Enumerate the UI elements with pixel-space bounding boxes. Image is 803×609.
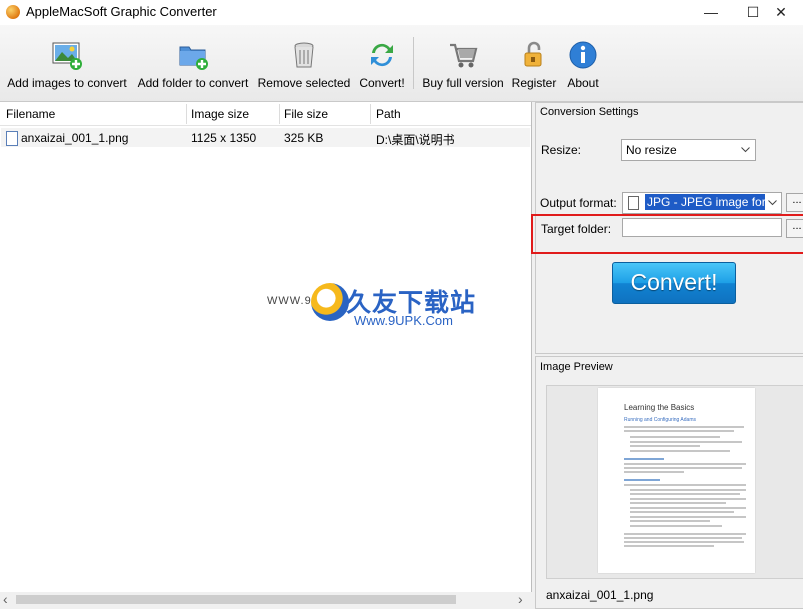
column-header-file-size[interactable]: File size bbox=[284, 107, 328, 121]
add-folder-label: Add folder to convert bbox=[137, 76, 249, 90]
column-divider[interactable] bbox=[370, 104, 371, 124]
output-format-label: Output format: bbox=[540, 196, 617, 210]
watermark-logo-icon bbox=[311, 283, 349, 321]
window-title: AppleMacSoft Graphic Converter bbox=[26, 4, 217, 19]
file-list[interactable] bbox=[0, 102, 532, 592]
remove-selected-button[interactable]: Remove selected bbox=[256, 25, 352, 101]
about-button[interactable]: About bbox=[562, 25, 604, 101]
convert-button[interactable]: Convert! bbox=[612, 262, 736, 304]
preview-filename: anxaizai_001_1.png bbox=[546, 588, 654, 602]
add-folder-button[interactable]: Add folder to convert bbox=[134, 25, 252, 101]
cell-path: D:\桌面\说明书 bbox=[376, 133, 455, 147]
document-icon bbox=[628, 196, 639, 210]
scrollbar-thumb[interactable] bbox=[16, 595, 456, 604]
minimize-button[interactable]: — bbox=[688, 0, 734, 25]
target-folder-input[interactable] bbox=[622, 218, 782, 237]
convert-arrows-icon bbox=[371, 43, 393, 67]
convert-toolbar-button[interactable]: Convert! bbox=[356, 25, 408, 101]
app-logo-icon bbox=[6, 5, 20, 19]
resize-select[interactable]: No resize bbox=[621, 139, 756, 161]
scroll-right-arrow[interactable]: › bbox=[518, 591, 523, 607]
cell-filename: anxaizai_001_1.png bbox=[21, 131, 129, 145]
toolbar-separator bbox=[413, 37, 414, 89]
close-button[interactable]: ✕ bbox=[758, 0, 803, 25]
column-divider[interactable] bbox=[279, 104, 280, 124]
column-header-path[interactable]: Path bbox=[376, 107, 401, 121]
trash-icon bbox=[294, 42, 314, 68]
remove-selected-label: Remove selected bbox=[257, 76, 351, 90]
about-label: About bbox=[567, 76, 599, 90]
output-format-options-button[interactable]: ... bbox=[786, 193, 803, 212]
add-folder-icon bbox=[179, 46, 208, 70]
file-icon bbox=[6, 131, 18, 146]
shopping-cart-icon bbox=[450, 43, 478, 68]
output-format-select[interactable]: JPG - JPEG image forma bbox=[622, 192, 782, 214]
output-format-value: JPG - JPEG image forma bbox=[645, 194, 765, 210]
preview-doc-subtitle: Running and Configuring Adams bbox=[624, 417, 696, 423]
buy-full-version-button[interactable]: Buy full version bbox=[420, 25, 506, 101]
column-header-filename[interactable]: Filename bbox=[6, 107, 55, 121]
toolbar: Add images to convert Add folder to conv… bbox=[0, 25, 803, 102]
conversion-settings-title: Conversion Settings bbox=[540, 106, 639, 118]
padlock-icon bbox=[524, 41, 542, 67]
convert-toolbar-label: Convert! bbox=[359, 76, 405, 90]
browse-folder-button[interactable]: ... bbox=[786, 219, 803, 238]
register-button[interactable]: Register bbox=[510, 25, 558, 101]
target-folder-label: Target folder: bbox=[541, 222, 612, 236]
scroll-left-arrow[interactable]: ‹ bbox=[3, 591, 8, 607]
image-preview-title: Image Preview bbox=[540, 361, 613, 373]
column-header-image-size[interactable]: Image size bbox=[191, 107, 249, 121]
preview-document-page: Learning the Basics Running and Configur… bbox=[598, 388, 755, 573]
resize-select-value: No resize bbox=[626, 143, 677, 157]
add-images-label: Add images to convert bbox=[7, 76, 127, 90]
register-label: Register bbox=[511, 76, 557, 90]
buy-full-version-label: Buy full version bbox=[422, 76, 504, 90]
add-images-icon bbox=[52, 42, 82, 70]
column-divider[interactable] bbox=[186, 104, 187, 124]
resize-label: Resize: bbox=[541, 143, 582, 157]
cell-image-size: 1125 x 1350 bbox=[191, 131, 257, 145]
preview-doc-title: Learning the Basics bbox=[624, 403, 695, 412]
chevron-down-icon bbox=[768, 200, 777, 206]
add-images-button[interactable]: Add images to convert bbox=[4, 25, 130, 101]
cell-file-size: 325 KB bbox=[284, 131, 324, 145]
info-icon bbox=[569, 41, 597, 69]
chevron-down-icon bbox=[741, 147, 750, 153]
header-divider bbox=[0, 125, 531, 126]
watermark-url: Www.9UPK.Com bbox=[354, 313, 453, 328]
